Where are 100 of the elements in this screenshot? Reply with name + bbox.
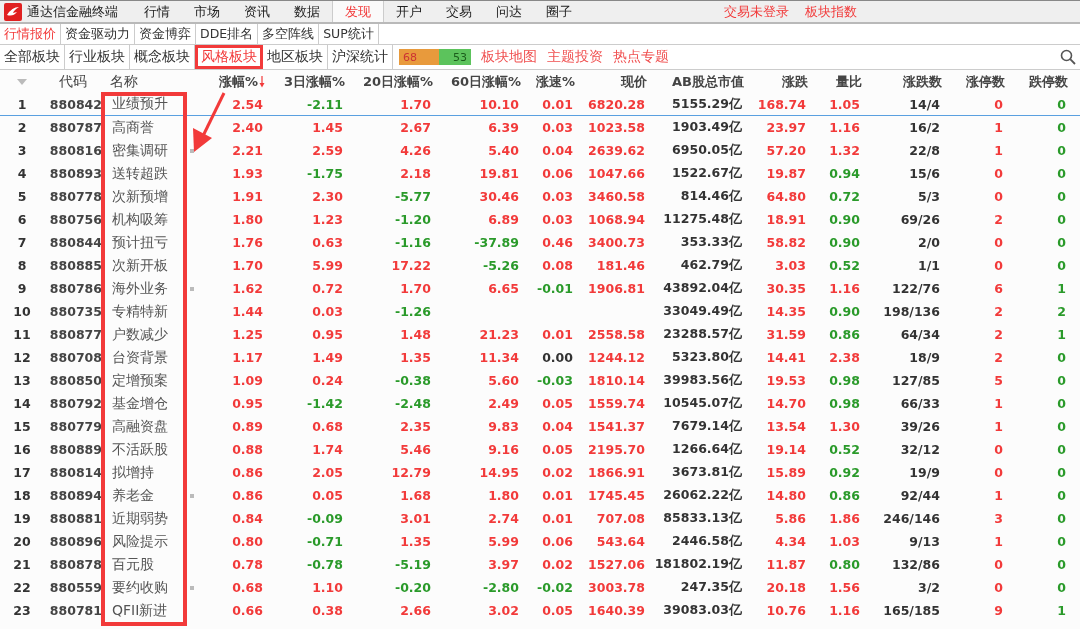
- table-cell: 9/13: [909, 534, 940, 549]
- table-cell: 1.70: [400, 281, 431, 296]
- menu-item[interactable]: 市场: [182, 1, 232, 22]
- table-cell: 0.00: [542, 350, 573, 365]
- table-cell: 专精特新: [112, 302, 168, 321]
- table-cell: 0: [1057, 143, 1066, 158]
- table-cell: 0.52: [829, 258, 860, 273]
- table-cell: 880787: [49, 120, 102, 135]
- row-number: 2: [17, 120, 27, 135]
- menu-item[interactable]: 开户: [384, 1, 434, 22]
- table-cell: 543.64: [596, 534, 645, 549]
- tab[interactable]: 风格板块: [195, 45, 263, 69]
- row-number: 10: [13, 304, 31, 319]
- table-cell: -5.77: [394, 189, 431, 204]
- row-number: 17: [13, 465, 31, 480]
- table-cell: 6: [994, 281, 1003, 296]
- column-header[interactable]: 涨跌数: [903, 72, 942, 91]
- column-header[interactable]: 跌停数: [1029, 72, 1068, 91]
- row-number: 14: [13, 396, 31, 411]
- tab[interactable]: 地区板块: [263, 45, 328, 69]
- table-cell: 2.05: [312, 465, 343, 480]
- table-cell: 次新预增: [112, 187, 168, 206]
- table-cell: 3003.78: [588, 580, 645, 595]
- column-header[interactable]: 20日涨幅%: [362, 72, 433, 91]
- column-header[interactable]: 涨停数: [966, 72, 1005, 91]
- table-cell: -0.01: [536, 281, 573, 296]
- table-cell: 定增预案: [112, 371, 168, 390]
- table-cell: 3400.73: [588, 235, 645, 250]
- column-header[interactable]: 名称: [110, 72, 138, 91]
- tab[interactable]: 沪深统计: [328, 45, 393, 69]
- table-cell: 1.70: [400, 96, 431, 112]
- table-cell: 13.54: [766, 419, 806, 434]
- table-cell: 0.95: [232, 396, 263, 411]
- column-header[interactable]: 涨速%: [535, 72, 575, 91]
- table-cell: 要约收购: [112, 578, 168, 597]
- table-cell: 58.82: [766, 235, 806, 250]
- table-cell: 14.41: [766, 350, 806, 365]
- table-cell: 0.90: [829, 235, 860, 250]
- table-cell: 0.72: [829, 189, 860, 204]
- link[interactable]: 板块地图: [481, 48, 537, 66]
- table-cell: 5.40: [488, 143, 519, 158]
- table-cell: 0.01: [542, 488, 573, 503]
- tab[interactable]: 全部板块: [0, 45, 65, 69]
- table-cell: 2.40: [232, 120, 263, 135]
- table-cell: 19.87: [766, 166, 806, 181]
- table-cell: 0.05: [542, 603, 573, 618]
- table-cell: 0.08: [542, 258, 573, 273]
- link[interactable]: 热点专题: [613, 48, 669, 66]
- tab[interactable]: 行业板块: [65, 45, 130, 69]
- menu-item[interactable]: 发现: [332, 1, 384, 22]
- table-cell: 11275.48亿: [663, 211, 742, 226]
- table-cell: 0: [1057, 419, 1066, 434]
- table-cell: 880885: [49, 258, 102, 273]
- table-cell: 15.89: [766, 465, 806, 480]
- column-header[interactable]: 60日涨幅%: [450, 72, 521, 91]
- menu-item[interactable]: 数据: [282, 1, 332, 22]
- column-header[interactable]: AB股总市值: [672, 72, 744, 91]
- table-cell: 11.87: [766, 557, 806, 572]
- menu-item[interactable]: 资讯: [232, 1, 282, 22]
- table-cell: 3.97: [488, 557, 519, 572]
- tab[interactable]: 概念板块: [130, 45, 195, 69]
- table-cell: 次新开板: [112, 256, 168, 275]
- table-cell: 预计扭亏: [112, 233, 168, 252]
- column-header[interactable]: 代码: [59, 72, 87, 91]
- table-cell: 19.53: [766, 373, 806, 388]
- tab[interactable]: 多空阵线: [258, 24, 320, 44]
- table-cell: 0.03: [312, 304, 343, 319]
- tab[interactable]: DDE排名: [196, 24, 259, 44]
- table-cell: 不活跃股: [112, 440, 168, 459]
- menu-item[interactable]: 交易: [434, 1, 484, 22]
- menu-item[interactable]: 问达: [484, 1, 534, 22]
- row-number: 16: [13, 442, 31, 457]
- table-cell: 0.03: [542, 212, 573, 227]
- table-cell: -0.78: [306, 557, 343, 572]
- link[interactable]: 主题投资: [547, 48, 603, 66]
- column-header[interactable]: 量比: [836, 72, 862, 91]
- table-cell: 0: [994, 465, 1003, 480]
- search-icon[interactable]: [1060, 49, 1076, 65]
- tab[interactable]: 资金博弈: [135, 24, 196, 44]
- decliners-count: 53: [453, 50, 467, 64]
- table-cell: 880878: [49, 557, 102, 572]
- table-cell: 2: [994, 327, 1003, 342]
- tab[interactable]: 行情报价: [0, 24, 61, 44]
- table-cell: 2: [994, 350, 1003, 365]
- column-header[interactable]: 现价: [621, 72, 647, 91]
- table-cell: 2.66: [400, 603, 431, 618]
- column-header[interactable]: 3日涨幅%: [283, 72, 345, 91]
- tab[interactable]: 资金驱动力: [61, 24, 135, 44]
- table-cell: 39/26: [900, 419, 940, 434]
- column-header[interactable]: 涨跌: [782, 72, 808, 91]
- menu-item[interactable]: 行情: [132, 1, 182, 22]
- menu-item[interactable]: 圈子: [534, 1, 584, 22]
- tab[interactable]: SUP统计: [319, 24, 379, 44]
- table-cell: 247.35亿: [680, 579, 742, 594]
- column-header[interactable]: 涨幅%: [218, 72, 258, 91]
- table-cell: 1903.49亿: [672, 119, 742, 134]
- table-cell: 1.45: [312, 120, 343, 135]
- table-cell: 9.83: [488, 419, 519, 434]
- table-cell: 21.23: [479, 327, 519, 342]
- table-cell: 707.08: [596, 511, 645, 526]
